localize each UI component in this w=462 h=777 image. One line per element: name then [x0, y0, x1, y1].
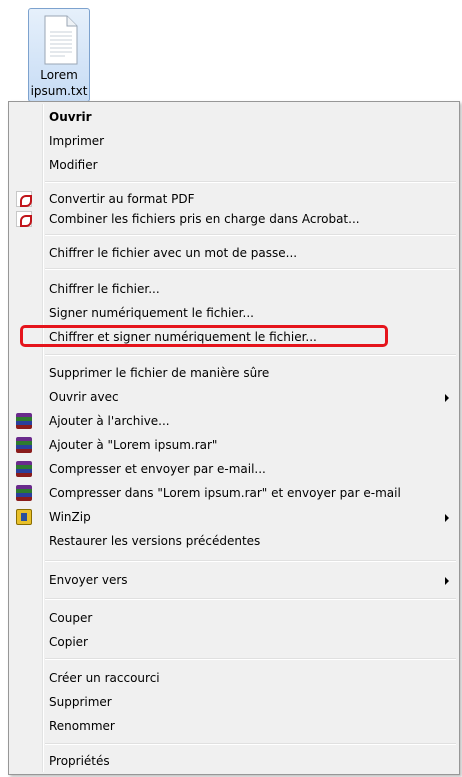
winzip-icon	[16, 509, 32, 525]
context-menu: Ouvrir Imprimer Modifier Convertir au fo…	[8, 101, 460, 775]
desktop: Lorem ipsum.txt Ouvrir Imprimer Modifier…	[0, 0, 462, 777]
menu-item-label: WinZip	[49, 510, 91, 524]
menu-item-combine-acrobat[interactable]: Combiner les fichiers pris en charge dan…	[11, 208, 457, 230]
pdf-combine-icon	[16, 211, 32, 227]
winrar-icon	[16, 461, 32, 477]
menu-item-label: Compresser et envoyer par e-mail...	[49, 462, 266, 476]
menu-item-label: Ajouter à l'archive...	[49, 414, 170, 428]
menu-item-print[interactable]: Imprimer	[11, 130, 457, 152]
menu-item-label: Convertir au format PDF	[49, 192, 195, 206]
menu-item-encrypt-password[interactable]: Chiffrer le fichier avec un mot de passe…	[11, 242, 457, 264]
menu-separator	[45, 743, 456, 745]
menu-separator	[45, 181, 456, 183]
menu-item-open[interactable]: Ouvrir	[11, 106, 457, 128]
menu-item-cut[interactable]: Couper	[11, 607, 457, 629]
menu-item-compress-email[interactable]: Compresser et envoyer par e-mail...	[11, 458, 457, 480]
menu-item-restore-versions[interactable]: Restaurer les versions précédentes	[11, 530, 457, 552]
winrar-icon	[16, 437, 32, 453]
menu-item-compress-rar-email[interactable]: Compresser dans "Lorem ipsum.rar" et env…	[11, 482, 457, 504]
menu-item-label: Ajouter à "Lorem ipsum.rar"	[49, 438, 218, 452]
menu-item-label: Imprimer	[49, 134, 105, 148]
menu-item-send-to[interactable]: Envoyer vers	[11, 569, 457, 591]
file-name-line2: ipsum.txt	[30, 84, 88, 98]
menu-item-label: Modifier	[49, 158, 98, 172]
menu-separator	[45, 658, 456, 660]
menu-item-label: Propriétés	[49, 754, 110, 768]
menu-item-label: Envoyer vers	[49, 573, 128, 587]
menu-item-add-archive[interactable]: Ajouter à l'archive...	[11, 410, 457, 432]
menu-item-delete[interactable]: Supprimer	[11, 691, 457, 713]
menu-item-open-with[interactable]: Ouvrir avec	[11, 386, 457, 408]
menu-item-sign[interactable]: Signer numériquement le fichier...	[11, 302, 457, 324]
submenu-arrow-icon	[445, 514, 449, 522]
menu-item-label: Signer numériquement le fichier...	[49, 306, 254, 320]
menu-item-properties[interactable]: Propriétés	[11, 750, 457, 772]
menu-item-label: Copier	[49, 635, 88, 649]
menu-separator	[45, 234, 456, 236]
menu-item-label: Chiffrer le fichier avec un mot de passe…	[49, 246, 298, 260]
menu-item-winzip[interactable]: WinZip	[11, 506, 457, 528]
menu-item-label: Chiffrer le fichier...	[49, 282, 160, 296]
menu-item-label: Restaurer les versions précédentes	[49, 534, 261, 548]
menu-item-edit[interactable]: Modifier	[11, 154, 457, 176]
submenu-arrow-icon	[445, 577, 449, 585]
menu-item-encrypt[interactable]: Chiffrer le fichier...	[11, 278, 457, 300]
menu-separator	[45, 598, 456, 600]
menu-separator	[45, 560, 456, 562]
winrar-icon	[16, 485, 32, 501]
menu-item-rename[interactable]: Renommer	[11, 715, 457, 737]
menu-item-label: Créer un raccourci	[49, 671, 160, 685]
menu-item-label: Ouvrir	[49, 110, 92, 124]
menu-item-convert-pdf[interactable]: Convertir au format PDF	[11, 188, 457, 210]
menu-item-secure-delete[interactable]: Supprimer le fichier de manière sûre	[11, 362, 457, 384]
menu-item-copy[interactable]: Copier	[11, 631, 457, 653]
menu-separator	[45, 268, 456, 270]
menu-item-create-shortcut[interactable]: Créer un raccourci	[11, 667, 457, 689]
menu-item-label: Supprimer le fichier de manière sûre	[49, 366, 270, 380]
menu-item-label: Couper	[49, 611, 93, 625]
file-item-lorem-ipsum[interactable]: Lorem ipsum.txt	[28, 8, 90, 102]
menu-separator	[45, 354, 456, 356]
menu-item-label: Ouvrir avec	[49, 390, 119, 404]
pdf-icon	[16, 191, 32, 207]
winrar-icon	[16, 413, 32, 429]
menu-item-add-rar[interactable]: Ajouter à "Lorem ipsum.rar"	[11, 434, 457, 456]
file-name-label: Lorem ipsum.txt	[29, 67, 89, 99]
menu-item-label: Renommer	[49, 719, 115, 733]
highlight-box	[20, 325, 388, 347]
menu-item-label: Combiner les fichiers pris en charge dan…	[49, 212, 360, 226]
submenu-arrow-icon	[445, 394, 449, 402]
file-name-line1: Lorem	[40, 68, 78, 82]
text-file-icon	[44, 15, 78, 65]
menu-item-label: Supprimer	[49, 695, 112, 709]
menu-item-label: Compresser dans "Lorem ipsum.rar" et env…	[49, 486, 401, 500]
